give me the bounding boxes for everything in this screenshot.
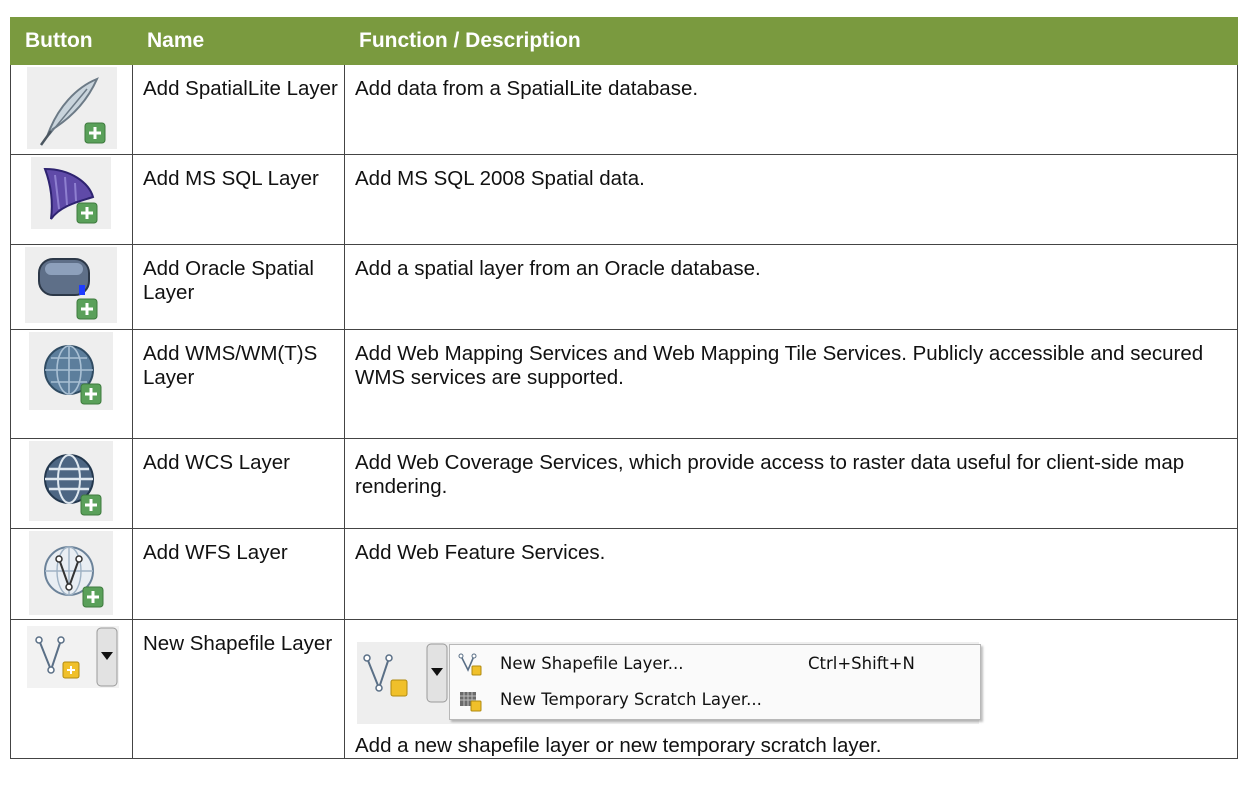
description-cell: Add Web Mapping Services and Web Mapping…	[344, 329, 1238, 439]
name-cell: Add MS SQL Layer	[132, 154, 345, 245]
new-shapefile-dropdown-icon[interactable]	[27, 626, 119, 688]
description-text: Add a new shapefile layer or new tempora…	[355, 734, 882, 757]
description-cell: Add MS SQL 2008 Spatial data.	[344, 154, 1238, 245]
toolbar-reference-table: Button Name Function / Description Add S…	[10, 17, 1238, 759]
table-row: Add Oracle Spatial Layer Add a spatial l…	[10, 244, 1238, 330]
button-cell	[10, 154, 133, 245]
description-cell: Add Web Coverage Services, which provide…	[344, 438, 1238, 529]
description-cell: Add a spatial layer from an Oracle datab…	[344, 244, 1238, 330]
table-row: Add SpatialLite Layer Add data from a Sp…	[10, 64, 1238, 155]
table-row: Add WFS Layer Add Web Feature Services.	[10, 528, 1238, 620]
spatialite-feather-add-icon	[27, 67, 117, 149]
button-cell	[10, 438, 133, 529]
header-button: Button	[10, 17, 133, 65]
wms-globe-add-icon	[29, 332, 113, 410]
description-cell: Add Web Feature Services.	[344, 528, 1238, 620]
wcs-globe-add-icon	[29, 441, 113, 521]
name-cell: Add Oracle Spatial Layer	[132, 244, 345, 330]
name-cell: New Shapefile Layer	[132, 619, 345, 759]
name-cell: Add SpatialLite Layer	[132, 64, 345, 155]
table-header-row: Button Name Function / Description	[10, 17, 1238, 65]
button-cell	[10, 619, 133, 759]
oracle-add-icon	[25, 247, 117, 323]
name-cell: Add WFS Layer	[132, 528, 345, 620]
description-cell: Add data from a SpatialLite database.	[344, 64, 1238, 155]
table-row: Add MS SQL Layer Add MS SQL 2008 Spatial…	[10, 154, 1238, 245]
header-name: Name	[132, 17, 345, 65]
button-cell	[10, 244, 133, 330]
mssql-add-icon	[31, 157, 111, 229]
new-layer-dropdown-menu: New Shapefile Layer... Ctrl+Shift+N New …	[449, 644, 981, 720]
table-row: Add WCS Layer Add Web Coverage Services,…	[10, 438, 1238, 529]
dropdown-menu-screenshot: New Shapefile Layer... Ctrl+Shift+N New …	[357, 642, 981, 724]
table-row: New Shapefile Layer New Shapefile Layer.…	[10, 619, 1238, 759]
header-function-description: Function / Description	[344, 17, 1238, 65]
wfs-globe-add-icon	[29, 531, 113, 615]
menu-item-new-shapefile[interactable]: New Shapefile Layer... Ctrl+Shift+N	[456, 647, 974, 681]
name-cell: Add WCS Layer	[132, 438, 345, 529]
menu-item-new-scratch-layer[interactable]: New Temporary Scratch Layer...	[456, 683, 974, 717]
button-cell	[10, 64, 133, 155]
button-cell	[10, 528, 133, 620]
name-cell: Add WMS/WM(T)S Layer	[132, 329, 345, 439]
button-cell	[10, 329, 133, 439]
new-scratch-layer-icon	[458, 688, 482, 712]
description-cell: New Shapefile Layer... Ctrl+Shift+N New …	[344, 619, 1238, 759]
new-shapefile-icon	[458, 652, 482, 676]
table-row: Add WMS/WM(T)S Layer Add Web Mapping Ser…	[10, 329, 1238, 439]
